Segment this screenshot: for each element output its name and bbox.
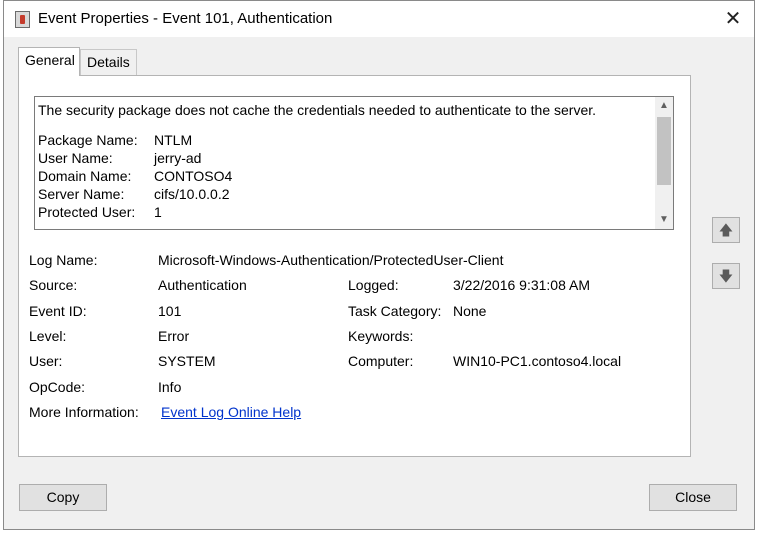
previous-event-button[interactable]: 🡅 bbox=[712, 217, 740, 243]
detail-row: Domain Name: CONTOSO4 bbox=[38, 167, 638, 185]
level-label: Level: bbox=[29, 328, 67, 344]
keywords-label: Keywords: bbox=[348, 328, 414, 344]
detail-key: Domain Name: bbox=[38, 168, 132, 184]
detail-key: User Name: bbox=[38, 150, 113, 166]
log-name-value: Microsoft-Windows-Authentication/Protect… bbox=[158, 252, 504, 268]
event-id-value: 101 bbox=[158, 303, 182, 319]
detail-row: Protected User: 1 bbox=[38, 203, 638, 221]
computer-label: Computer: bbox=[348, 353, 414, 369]
detail-value: cifs/10.0.0.2 bbox=[154, 186, 230, 202]
opcode-value: Info bbox=[158, 379, 182, 395]
close-button[interactable]: Close bbox=[649, 484, 737, 511]
scroll-up-arrow-icon[interactable]: ▲ bbox=[655, 97, 673, 115]
title-bar: Event Properties - Event 101, Authentica… bbox=[4, 1, 754, 37]
task-category-label: Task Category: bbox=[348, 303, 442, 319]
detail-key: Protected User: bbox=[38, 204, 136, 220]
logged-label: Logged: bbox=[348, 277, 399, 293]
detail-value: CONTOSO4 bbox=[154, 168, 233, 184]
detail-value: 1 bbox=[154, 204, 162, 220]
scroll-down-arrow-icon[interactable]: ▼ bbox=[655, 211, 673, 229]
close-window-button[interactable]: ✕ bbox=[720, 6, 746, 32]
event-viewer-icon bbox=[15, 11, 30, 28]
user-label: User: bbox=[29, 353, 63, 369]
next-event-button[interactable]: 🡇 bbox=[712, 263, 740, 289]
detail-key: Package Name: bbox=[38, 132, 138, 148]
detail-value: NTLM bbox=[154, 132, 193, 148]
log-name-label: Log Name: bbox=[29, 252, 98, 268]
arrow-down-icon: 🡇 bbox=[718, 268, 734, 284]
copy-button[interactable]: Copy bbox=[19, 484, 107, 511]
event-description-text: The security package does not cache the … bbox=[38, 101, 638, 221]
task-category-value: None bbox=[453, 303, 487, 319]
tab-details[interactable]: Details bbox=[80, 49, 137, 75]
event-description-box[interactable]: The security package does not cache the … bbox=[34, 96, 674, 230]
description-scrollbar[interactable]: ▲ ▼ bbox=[655, 97, 673, 229]
arrow-up-icon: 🡅 bbox=[718, 222, 734, 238]
more-information-label: More Information: bbox=[29, 404, 139, 420]
level-value: Error bbox=[158, 328, 190, 344]
description-message: The security package does not cache the … bbox=[38, 102, 597, 118]
general-panel: The security package does not cache the … bbox=[18, 75, 691, 457]
detail-value: jerry-ad bbox=[154, 150, 202, 166]
window-title: Event Properties - Event 101, Authentica… bbox=[38, 10, 333, 27]
event-id-label: Event ID: bbox=[29, 303, 87, 319]
scrollbar-thumb[interactable] bbox=[657, 117, 671, 185]
detail-row: Package Name: NTLM bbox=[38, 131, 638, 149]
event-properties-window: Event Properties - Event 101, Authentica… bbox=[3, 0, 755, 530]
tab-general[interactable]: General bbox=[18, 47, 80, 76]
event-log-online-help-link[interactable]: Event Log Online Help bbox=[161, 402, 301, 422]
detail-key: Server Name: bbox=[38, 186, 125, 202]
detail-row: Server Name: cifs/10.0.0.2 bbox=[38, 185, 638, 203]
detail-row: User Name: jerry-ad bbox=[38, 149, 638, 167]
source-value: Authentication bbox=[158, 277, 247, 293]
opcode-label: OpCode: bbox=[29, 379, 86, 395]
computer-value: WIN10-PC1.contoso4.local bbox=[453, 353, 622, 369]
logged-value: 3/22/2016 9:31:08 AM bbox=[453, 277, 590, 293]
source-label: Source: bbox=[29, 277, 78, 293]
user-value: SYSTEM bbox=[158, 353, 216, 369]
